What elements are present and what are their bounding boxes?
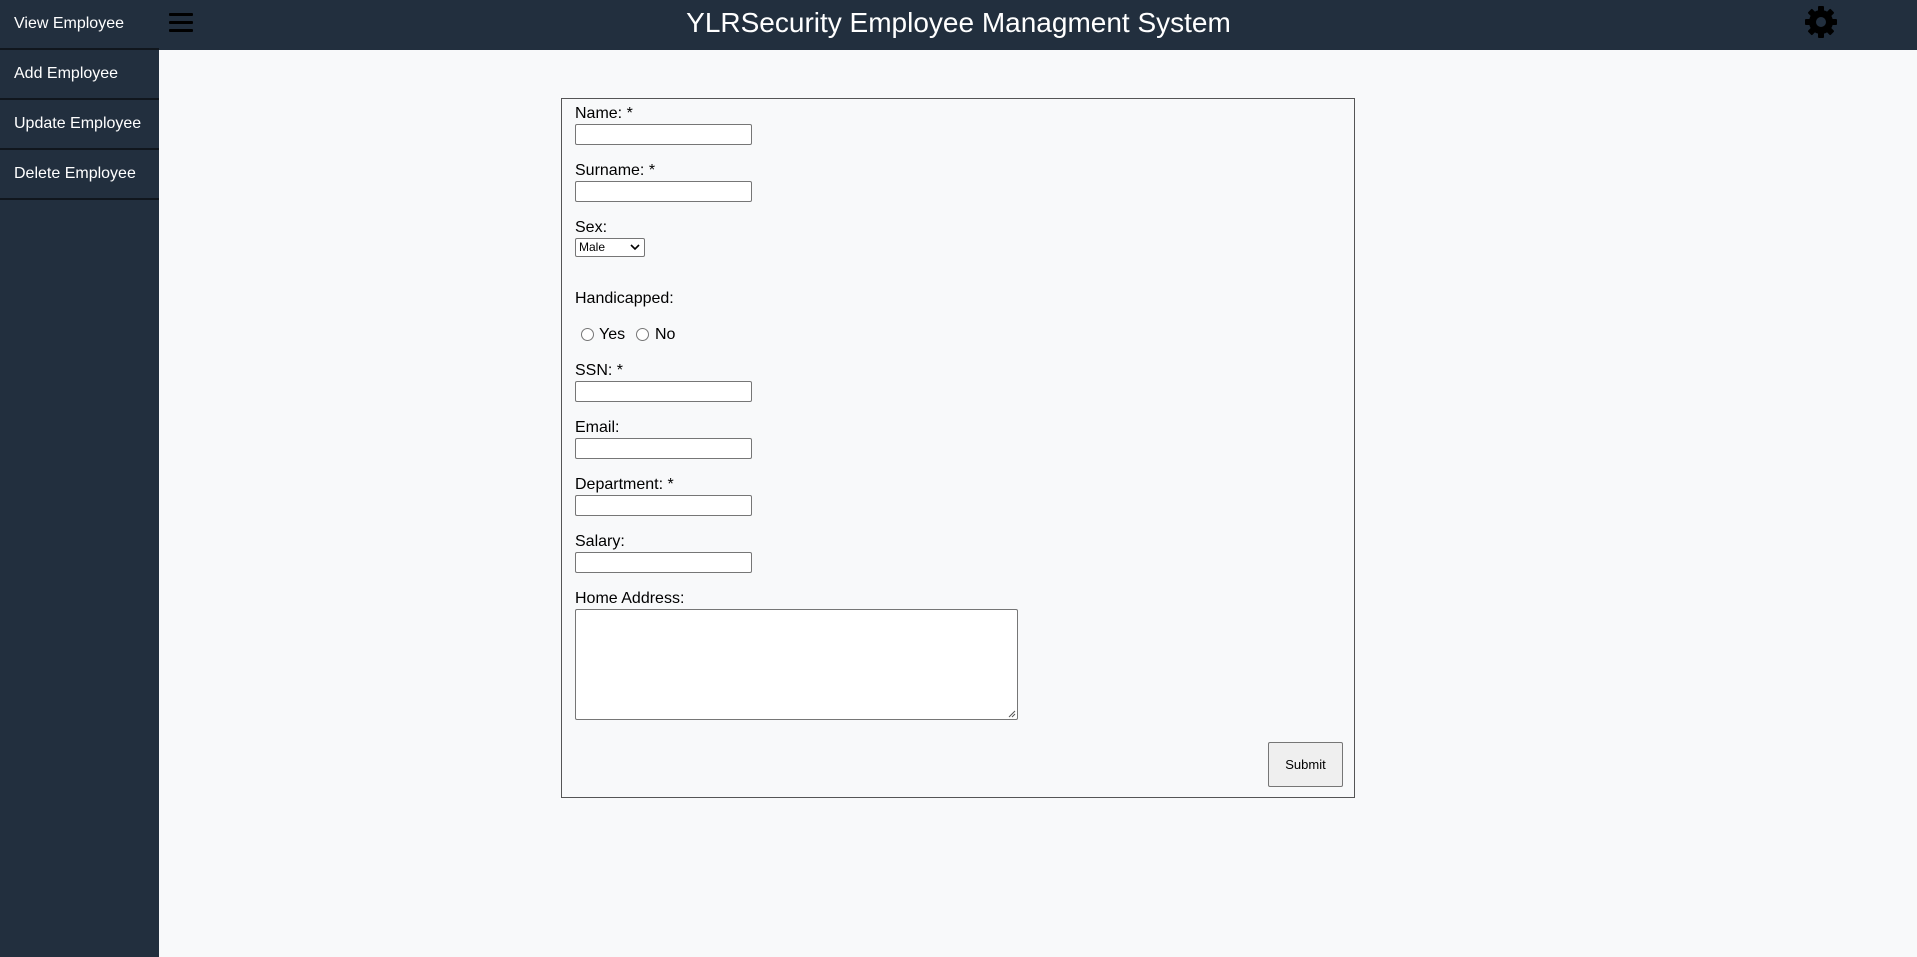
submit-button[interactable]: Submit (1268, 742, 1343, 787)
surname-label: Surname: * (575, 162, 656, 179)
name-input[interactable] (575, 124, 752, 145)
hamburger-bar (169, 13, 193, 16)
resize-grip-icon[interactable] (1007, 709, 1016, 718)
home-address-label: Home Address: (575, 590, 685, 607)
handicapped-no-radio[interactable] (636, 328, 649, 341)
sidebar-item-add-employee[interactable]: Add Employee (0, 50, 159, 100)
app-title: YLRSecurity Employee Managment System (686, 7, 1231, 38)
department-input[interactable] (575, 495, 752, 516)
surname-input[interactable] (575, 181, 752, 202)
salary-input[interactable] (575, 552, 752, 573)
email-input[interactable] (575, 438, 752, 459)
salary-label: Salary: (575, 533, 625, 550)
handicapped-yes-label: Yes (599, 326, 626, 343)
sex-select[interactable]: Male (575, 238, 645, 257)
gear-icon[interactable] (1803, 4, 1839, 40)
sex-select-value: Male (579, 240, 606, 254)
handicapped-label: Handicapped: (575, 290, 674, 307)
top-bar: YLRSecurity Employee Managment System (0, 0, 1917, 50)
handicapped-yes-radio[interactable] (581, 328, 594, 341)
sidebar-item-delete-employee[interactable]: Delete Employee (0, 150, 159, 200)
ssn-input[interactable] (575, 381, 752, 402)
add-employee-form: Name: * Surname: * Sex: Male Handicapped… (561, 98, 1355, 798)
hamburger-icon[interactable] (166, 8, 196, 38)
ssn-label: SSN: * (575, 362, 624, 379)
hamburger-bar (169, 29, 193, 32)
home-address-textarea[interactable] (575, 609, 1018, 720)
name-label: Name: * (575, 105, 633, 122)
department-label: Department: * (575, 476, 674, 493)
sidebar: View Employee Add Employee Update Employ… (0, 0, 159, 957)
handicapped-no-label: No (655, 326, 676, 343)
hamburger-bar (169, 21, 193, 24)
sidebar-item-update-employee[interactable]: Update Employee (0, 100, 159, 150)
email-label: Email: (575, 419, 620, 436)
sex-label: Sex: (575, 219, 608, 236)
chevron-down-icon (630, 244, 640, 251)
sidebar-item-view-employee[interactable]: View Employee (0, 0, 159, 50)
